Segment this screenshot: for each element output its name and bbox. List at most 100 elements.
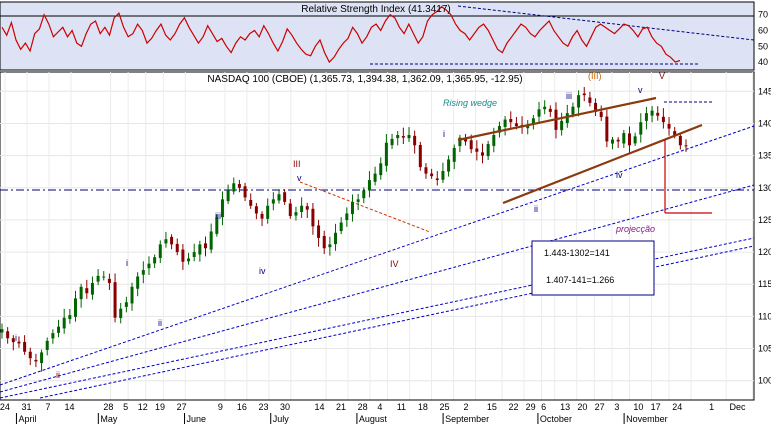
- candle-body: [209, 231, 213, 250]
- candle-body: [266, 205, 270, 219]
- candle-body: [62, 317, 66, 329]
- price-tick-label: 1000: [758, 376, 771, 386]
- chart-svg: Relative Strength Index (41.3417) 40 50 60…: [0, 1, 771, 424]
- rising-wedge-label: Rising wedge: [443, 98, 497, 108]
- candle-body: [40, 352, 44, 364]
- x-tick-label: 2: [464, 402, 469, 412]
- candle-body: [469, 140, 473, 150]
- candle-body: [198, 244, 202, 255]
- x-tick-label: 13: [560, 402, 570, 412]
- month-label: September: [445, 414, 489, 424]
- rsi-tick-label: 50: [758, 41, 768, 51]
- x-tick-label: 7: [45, 402, 50, 412]
- candle-body: [260, 213, 264, 219]
- candle-body: [413, 135, 417, 146]
- x-tick-label: 27: [595, 402, 605, 412]
- candle-body: [249, 199, 253, 206]
- candle-body: [599, 111, 603, 118]
- candle-body: [548, 108, 552, 112]
- candle-body: [283, 192, 287, 202]
- price-panel: 1000 1050 1100 1150 1200 1250 1300 1350 1400 1450…: [0, 71, 771, 401]
- x-tick-label: 22: [508, 402, 518, 412]
- candle-body: [28, 351, 32, 359]
- x-tick-label: 31: [21, 402, 31, 412]
- wave-label-V: V: [659, 71, 665, 81]
- candle-body: [220, 199, 224, 218]
- x-tick-label: 11: [397, 402, 406, 412]
- candle-body: [407, 135, 411, 139]
- candle-body: [113, 282, 117, 318]
- x-tick-label: 30: [280, 402, 290, 412]
- candle-body: [17, 341, 21, 344]
- x-tick-label: 10: [633, 402, 643, 412]
- x-tick-label: 18: [418, 402, 428, 412]
- candle-body: [102, 276, 106, 278]
- candle-body: [300, 205, 304, 212]
- wave-label-III: III: [293, 159, 301, 169]
- candle-body: [0, 329, 4, 333]
- candle-body: [480, 152, 484, 156]
- candle-body: [430, 173, 434, 177]
- candle-body: [656, 112, 660, 116]
- candle-body: [170, 236, 174, 245]
- candle-body: [509, 118, 513, 123]
- candle-body: [350, 201, 354, 215]
- rsi-axis-ticks: 40 50 60 70: [758, 10, 768, 67]
- candle-body: [424, 167, 428, 174]
- candle-body: [334, 232, 338, 245]
- price-tick-label: 1300: [758, 183, 771, 193]
- candle-body: [141, 270, 145, 275]
- month-label: October: [540, 414, 572, 424]
- candle-body: [452, 147, 456, 162]
- wave-label-IV: IV: [390, 259, 399, 269]
- rsi-title: Relative Strength Index (41.3417): [301, 4, 451, 15]
- price-tick-label: 1100: [758, 311, 771, 321]
- projection-label: projecção: [615, 224, 655, 234]
- month-label: August: [359, 414, 388, 424]
- wave-label-iv-1: iv: [259, 266, 266, 276]
- rsi-tick-label: 60: [758, 25, 768, 35]
- wave-label-i-1: i: [15, 333, 17, 343]
- x-tick-label: 5: [123, 402, 128, 412]
- candle-body: [226, 190, 230, 202]
- candle-body: [667, 123, 671, 129]
- candle-body: [605, 116, 609, 142]
- candle-body: [611, 139, 615, 144]
- price-tick-label: 1400: [758, 118, 771, 128]
- x-tick-label: 27: [177, 402, 187, 412]
- x-tick-label: 3: [614, 402, 619, 412]
- candle-body: [661, 116, 665, 123]
- candle-body: [85, 288, 89, 294]
- calculation-line-2: 1.407-141=1.266: [546, 275, 614, 285]
- candle-body: [492, 135, 496, 146]
- candle-body: [543, 106, 547, 110]
- candle-body: [639, 122, 643, 135]
- x-tick-label: 9: [218, 402, 223, 412]
- x-axis: 24 31 7 14 28 5 12 19 27 9 16 23 30 14 21 28 4 11 18 25 2 15 2…: [0, 399, 754, 424]
- candle-body: [367, 180, 371, 191]
- candle-body: [204, 243, 208, 249]
- candle-body: [396, 135, 400, 139]
- wave-label-ii-2: ii: [158, 318, 162, 328]
- candle-body: [6, 331, 10, 339]
- candle-body: [96, 275, 100, 282]
- candle-body: [158, 244, 162, 258]
- candle-body: [356, 199, 360, 202]
- month-label: May: [100, 414, 118, 424]
- x-tick-label: 14: [315, 402, 325, 412]
- calculation-line-1: 1.443-1302=141: [544, 248, 610, 258]
- candle-body: [34, 359, 38, 362]
- candle-body: [136, 276, 140, 289]
- candle-body: [503, 119, 507, 127]
- price-tick-label: 1350: [758, 151, 771, 161]
- candle-body: [271, 199, 275, 204]
- candle-body: [90, 282, 94, 295]
- candle-body: [254, 206, 258, 214]
- x-tick-label: 23: [258, 402, 268, 412]
- candle-body: [164, 239, 168, 244]
- candle-body: [644, 113, 648, 121]
- candle-body: [373, 173, 377, 182]
- wave-label-III-paren: (III): [588, 71, 602, 81]
- wave-label-iv-2: iv: [616, 170, 623, 180]
- candle-body: [45, 340, 49, 350]
